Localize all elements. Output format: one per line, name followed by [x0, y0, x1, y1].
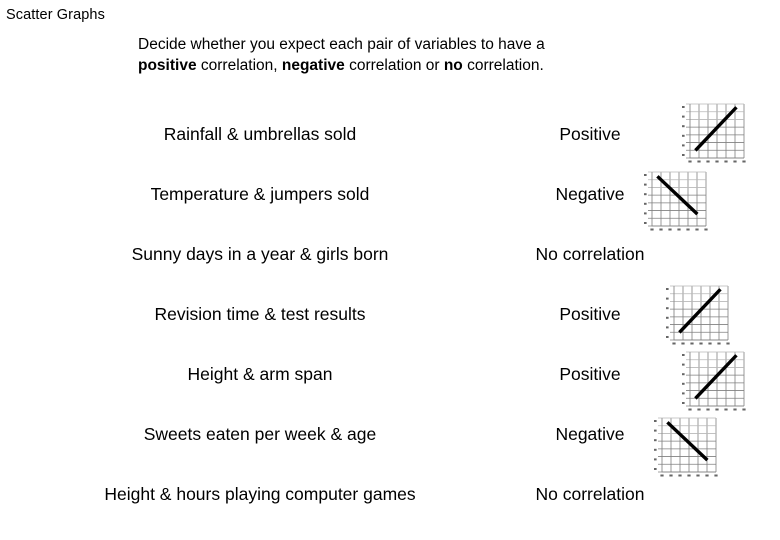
variable-pair-label: Height & arm span [187, 364, 333, 384]
correlation-answer-label: Positive [559, 124, 621, 144]
instruction-mid-2: correlation or [344, 57, 444, 74]
variable-pair-label: Height & hours playing computer games [104, 484, 416, 504]
question-row: Rainfall & umbrellas sold Positive [0, 112, 780, 172]
scatter-graph-positive-icon [660, 282, 732, 354]
variable-pair-label: Sunny days in a year & girls born [131, 244, 389, 264]
instruction-bold-no: no [443, 57, 463, 74]
instruction-mid-1: correlation, [196, 57, 282, 74]
scatter-graph-negative-icon [638, 168, 710, 240]
scatter-graph-negative-icon [648, 414, 720, 486]
scatter-graph-positive-icon [676, 348, 748, 420]
slide-title: Scatter Graphs [6, 7, 105, 23]
correlation-answer-label: Positive [559, 304, 621, 324]
instruction-bold-positive: positive [138, 57, 197, 74]
instruction-block: Decide whether you expect each pair of v… [138, 34, 654, 76]
instruction-line-1: Decide whether you expect each pair of v… [138, 36, 545, 53]
correlation-answer-label: Positive [559, 364, 621, 384]
instruction-bold-negative: negative [281, 57, 345, 74]
variable-pair-label: Revision time & test results [154, 304, 366, 324]
correlation-answer-label: No correlation [535, 244, 645, 264]
variable-pair-label: Temperature & jumpers sold [150, 184, 370, 204]
instruction-tail: correlation. [462, 57, 544, 74]
variable-pair-label: Rainfall & umbrellas sold [163, 124, 357, 144]
scatter-graph-positive-icon [676, 100, 748, 172]
question-row: Height & arm span Positive [0, 352, 780, 412]
variable-pair-label: Sweets eaten per week & age [143, 424, 377, 444]
